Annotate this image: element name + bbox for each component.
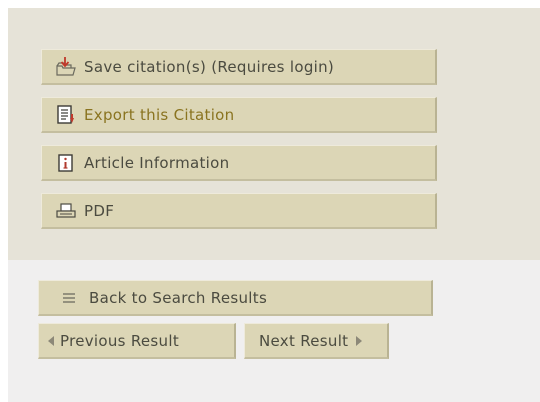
- back-to-search-results-button[interactable]: Back to Search Results: [38, 280, 433, 316]
- back-to-search-results-label: Back to Search Results: [89, 288, 268, 307]
- save-citation-label: Save citation(s) (Requires login): [84, 57, 335, 76]
- folder-download-icon: [54, 55, 78, 79]
- triangle-left-icon: [45, 329, 57, 353]
- info-icon: [54, 151, 78, 175]
- previous-result-label: Previous Result: [60, 331, 180, 350]
- printer-icon: [54, 199, 78, 223]
- export-citation-button[interactable]: Export this Citation: [41, 97, 437, 133]
- previous-result-button[interactable]: Previous Result: [38, 323, 236, 359]
- pdf-button[interactable]: PDF: [41, 193, 437, 229]
- export-citation-label: Export this Citation: [84, 105, 235, 124]
- article-information-label: Article Information: [84, 153, 230, 172]
- pdf-label: PDF: [84, 201, 115, 220]
- export-document-icon: [54, 103, 78, 127]
- list-icon: [57, 286, 81, 310]
- next-result-button[interactable]: Next Result: [244, 323, 389, 359]
- save-citation-button[interactable]: Save citation(s) (Requires login): [41, 49, 437, 85]
- triangle-right-icon: [353, 329, 365, 353]
- next-result-label: Next Result: [259, 331, 349, 350]
- article-information-button[interactable]: Article Information: [41, 145, 437, 181]
